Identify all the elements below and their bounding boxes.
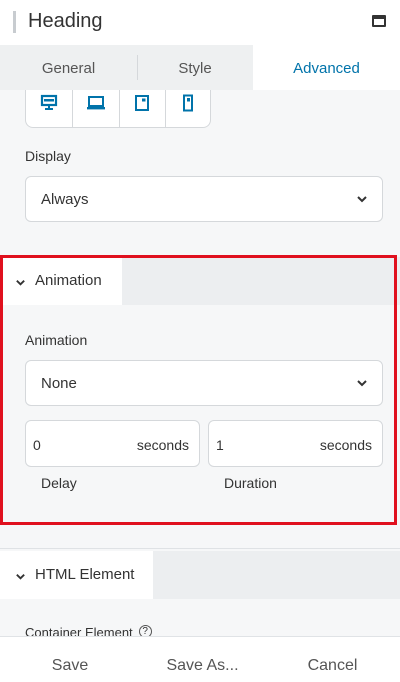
drag-handle[interactable]: [13, 11, 16, 33]
section-divider: [0, 548, 400, 549]
device-mobile-button[interactable]: [165, 90, 211, 128]
cancel-button[interactable]: Cancel: [265, 637, 400, 682]
duration-unit: seconds: [319, 437, 372, 453]
delay-unit: seconds: [136, 437, 189, 453]
html-element-section-title: HTML Element: [35, 566, 135, 583]
section-header-strip: [122, 257, 400, 305]
delay-input[interactable]: 0 seconds: [25, 420, 200, 467]
display-value: Always: [41, 191, 89, 208]
duration-value: 1: [216, 437, 224, 453]
html-element-section-header[interactable]: HTML Element: [0, 551, 400, 599]
section-header-strip: [153, 551, 400, 599]
delay-value: 0: [33, 437, 41, 453]
chevron-down-icon: [357, 380, 367, 387]
display-label: Display: [25, 148, 71, 164]
chevron-down-icon: [357, 196, 367, 203]
device-tablet-button[interactable]: [119, 90, 165, 128]
chevron-down-icon: [16, 574, 25, 580]
window-maximize-icon[interactable]: [372, 15, 386, 27]
animation-value: None: [41, 375, 77, 392]
panel-header: Heading: [0, 0, 400, 45]
tab-advanced[interactable]: Advanced: [253, 45, 400, 90]
chevron-down-icon: [16, 280, 25, 286]
panel-footer: Save Save As... Cancel: [0, 636, 400, 682]
device-desktop-button[interactable]: [26, 90, 72, 128]
tab-divider: [137, 55, 138, 80]
desktop-icon: [40, 94, 58, 110]
responsive-device-toggles: [25, 90, 211, 128]
device-laptop-button[interactable]: [72, 90, 118, 128]
delay-label: Delay: [41, 475, 77, 491]
animation-label: Animation: [25, 332, 88, 348]
tab-style[interactable]: Style: [137, 45, 253, 90]
laptop-icon: [87, 96, 105, 110]
animation-section-title: Animation: [35, 272, 102, 289]
panel-title: Heading: [28, 10, 103, 32]
tab-general[interactable]: General: [0, 45, 137, 90]
duration-label: Duration: [224, 475, 277, 491]
settings-tabs: General Style Advanced: [0, 45, 400, 90]
save-as-button[interactable]: Save As...: [140, 637, 265, 682]
animation-select[interactable]: None: [25, 360, 383, 406]
animation-section-header[interactable]: Animation: [0, 257, 400, 305]
save-button[interactable]: Save: [0, 637, 140, 682]
tablet-icon: [135, 95, 149, 111]
display-select[interactable]: Always: [25, 176, 383, 222]
mobile-icon: [183, 94, 193, 112]
duration-input[interactable]: 1 seconds: [208, 420, 383, 467]
